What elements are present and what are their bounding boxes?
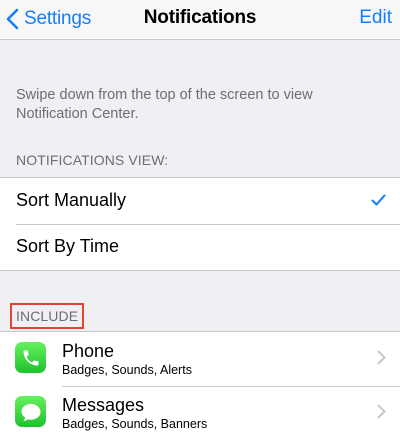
chevron-right-icon [377, 350, 386, 365]
include-group: Phone Badges, Sounds, Alerts Messages Ba… [0, 331, 400, 439]
app-detail-messages: Badges, Sounds, Banners [62, 417, 208, 431]
app-name-phone: Phone [62, 341, 115, 361]
notifications-screen: Settings Notifications Edit Swipe down f… [0, 0, 400, 439]
include-header: INCLUDE [10, 303, 85, 329]
messages-app-icon [15, 396, 46, 427]
messages-icon [20, 403, 41, 421]
app-row-messages[interactable]: Messages Badges, Sounds, Banners [0, 386, 400, 439]
info-text: Swipe down from the top of the screen to… [16, 87, 313, 122]
app-row-phone[interactable]: Phone Badges, Sounds, Alerts [0, 332, 400, 386]
notifications-view-group: Sort Manually Sort By Time [0, 177, 400, 271]
app-detail-phone: Badges, Sounds, Alerts [62, 363, 192, 377]
navigation-bar: Settings Notifications Edit [0, 0, 400, 40]
edit-button[interactable]: Edit [359, 7, 392, 29]
phone-app-icon [15, 342, 46, 373]
app-name-messages: Messages [62, 395, 145, 415]
phone-icon [23, 350, 38, 365]
notifications-view-header: NOTIFICATIONS VIEW: [16, 152, 169, 168]
checkmark-icon [371, 194, 386, 206]
sort-manually-label: Sort Manually [16, 190, 127, 210]
sort-manually-row[interactable]: Sort Manually [0, 178, 400, 224]
sort-by-time-row[interactable]: Sort By Time [0, 224, 400, 270]
page-title: Notifications [143, 7, 257, 28]
chevron-right-icon [377, 404, 386, 419]
sort-by-time-label: Sort By Time [16, 236, 120, 256]
